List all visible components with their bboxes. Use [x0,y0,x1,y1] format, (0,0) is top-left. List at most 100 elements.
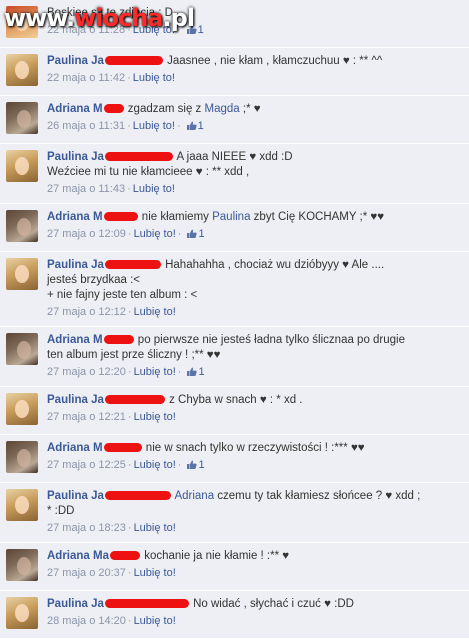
avatar[interactable] [6,102,38,134]
timestamp-link[interactable]: 26 maja o 11:31 [47,120,125,132]
comment-text-line: No widać , słychać i czuć ♥ :DD [193,598,354,610]
avatar-face [15,400,29,418]
avatar-face [17,449,31,467]
like-button[interactable]: Lubię to! [133,183,175,195]
avatar[interactable] [6,210,38,242]
author-name-link[interactable]: Paulina Ja [47,151,104,163]
watermark-logo: www.wiocha.pl [4,4,195,32]
avatar-face [15,61,29,79]
mention-link[interactable]: Paulina [212,211,250,223]
like-button[interactable]: Lubię to! [134,615,176,627]
avatar[interactable] [6,549,38,581]
mention-link[interactable]: Magda [205,103,240,115]
comment-meta: 27 maja o 12:09 · Lubię to! · 1 [47,226,463,242]
comment-text-line: po pierwsze nie jesteś ładna tylko ślicz… [137,334,406,346]
timestamp-link[interactable]: 27 maja o 11:43 [47,183,125,195]
avatar[interactable] [6,150,38,182]
comment-text-line: Jaasnee , nie kłam , kłamczuchuu ♥ : ** … [167,55,383,67]
comment-text: Adriana Ma kochanie ja nie kłamie ! :** … [47,549,463,564]
mention-link[interactable]: Adriana [174,490,214,502]
redaction-scribble [104,152,173,162]
like-button[interactable]: Lubię to! [134,411,176,423]
avatar[interactable] [6,489,38,521]
author-name-link[interactable]: Paulina Ja [47,394,104,406]
timestamp-link[interactable]: 27 maja o 18:23 [47,522,126,534]
avatar[interactable] [6,393,38,425]
avatar[interactable] [6,441,38,473]
timestamp-link[interactable]: 27 maja o 20:37 [47,567,126,579]
like-button[interactable]: Lubię to! [134,522,176,534]
avatar-face [17,218,31,236]
redaction-scribble [104,395,165,405]
comment-item: Paulina Ja Jaasnee , nie kłam , kłamczuc… [0,48,469,96]
comment-text-line: A jaaa NIEEE ♥ xdd :D [176,151,293,163]
comment-meta: 22 maja o 11:42 · Lubię to! [47,70,463,86]
comment-text: Paulina Ja Hahahahha , chociaż wu dzióby… [47,258,463,273]
author-name-link[interactable]: Paulina Ja [47,55,104,67]
timestamp-link[interactable]: 27 maja o 12:25 [47,459,126,471]
thumbs-up-icon[interactable] [186,121,197,130]
like-count[interactable]: 1 [198,24,204,36]
like-count[interactable]: 1 [198,120,204,132]
thumbs-up-icon[interactable] [187,229,198,238]
comment-item: Adriana M nie kłamiemy Paulina zbyt Cię … [0,204,469,252]
author-name-link[interactable]: Paulina Ja [47,259,104,271]
timestamp-link[interactable]: 28 maja o 14:20 [47,615,126,627]
like-button[interactable]: Lubię to! [133,120,175,132]
comment-text: Adriana M po pierwsze nie jesteś ładna t… [47,333,463,348]
timestamp-link[interactable]: 27 maja o 12:20 [47,366,126,378]
like-button[interactable]: Lubię to! [134,459,176,471]
timestamp-link[interactable]: 22 maja o 11:42 [47,72,125,84]
author-name-link[interactable]: Adriana Ma [47,550,109,562]
like-count[interactable]: 1 [198,366,204,378]
redaction-scribble [104,56,163,66]
author-name-link[interactable]: Adriana M [47,211,103,223]
like-count[interactable]: 1 [198,228,204,240]
avatar[interactable] [6,258,38,290]
comment-text-line: z Chyba w snach ♥ : * xd . [169,394,303,406]
redaction-scribble [104,599,189,609]
like-button[interactable]: Lubię to! [134,366,176,378]
comment-text: Adriana M nie kłamiemy Paulina zbyt Cię … [47,210,463,225]
comment-text: Paulina Ja z Chyba w snach ♥ : * xd . [47,393,463,408]
redaction-scribble [103,212,138,222]
comment-item: Paulina Ja A jaaa NIEEE ♥ xdd :D Weźciee … [0,144,469,204]
comment-item: Adriana M po pierwsze nie jesteś ładna t… [0,327,469,387]
author-name-link[interactable]: Paulina Ja [47,598,104,610]
comment-item: Paulina Ja Hahahahha , chociaż wu dzióby… [0,252,469,327]
comment-meta: 27 maja o 11:43 · Lubię to! [47,181,463,197]
comment-text-line: Hahahahha , chociaż wu dzióbyyy ♥ Ale ..… [165,259,385,271]
avatar[interactable] [6,333,38,365]
author-name-link[interactable]: Adriana M [47,334,103,346]
like-count[interactable]: 1 [198,459,204,471]
comment-meta: 28 maja o 14:20 · Lubię to! [47,613,463,629]
timestamp-link[interactable]: 27 maja o 12:09 [47,228,126,240]
author-name-link[interactable]: Paulina Ja [47,490,104,502]
comment-thread: Boskiee są te zdjęcia : D 22 maja o 11:28… [0,0,469,639]
comment-meta: 27 maja o 18:23 · Lubię to! [47,520,463,536]
author-name-link[interactable]: Adriana M [47,442,103,454]
comment-item: Adriana M nie w snach tylko w rzeczywist… [0,435,469,483]
like-button[interactable]: Lubię to! [134,306,176,318]
redaction-scribble [103,104,124,114]
timestamp-link[interactable]: 27 maja o 12:12 [47,306,126,318]
redaction-scribble [110,551,140,561]
thumbs-up-icon[interactable] [187,460,198,469]
like-button[interactable]: Lubię to! [134,567,176,579]
avatar-face [15,265,29,283]
avatar[interactable] [6,597,38,629]
separator-dot: · [127,366,132,378]
comment-text-line: kochanie ja nie kłamie ! :** ♥ [144,550,290,562]
timestamp-link[interactable]: 27 maja o 12:21 [47,411,126,423]
comment-item: Paulina Ja Adriana czemu ty tak kłamiesz… [0,483,469,543]
thumbs-up-icon[interactable] [187,367,198,376]
like-button[interactable]: Lubię to! [133,72,175,84]
author-name-link[interactable]: Adriana M [47,103,103,115]
avatar[interactable] [6,54,38,86]
separator-dot: · [127,411,132,423]
comment-text: Adriana M zgadzam się z Magda ;* ♥ [47,102,463,117]
avatar-face [17,110,31,128]
comment-text-line: zgadzam się z [127,103,202,115]
comment-text: Paulina Ja No widać , słychać i czuć ♥ :… [47,597,463,612]
like-button[interactable]: Lubię to! [134,228,176,240]
